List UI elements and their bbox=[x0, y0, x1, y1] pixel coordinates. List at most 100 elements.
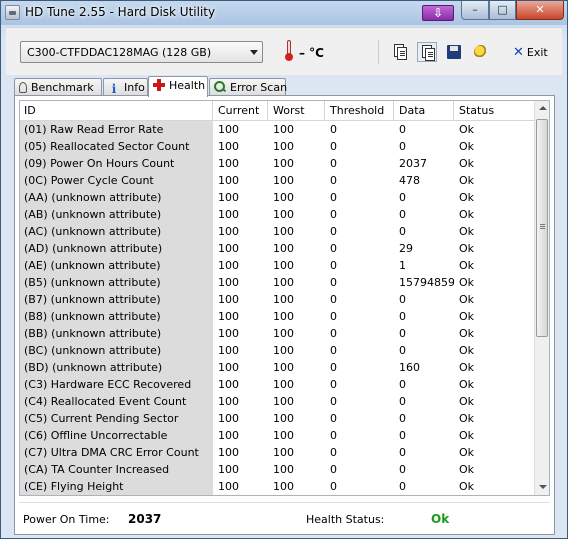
cell-threshold: 0 bbox=[330, 327, 337, 340]
table-row[interactable]: (CE) Flying Height 100 100 0 0 Ok bbox=[20, 478, 536, 495]
cell-worst: 100 bbox=[269, 172, 325, 189]
table-row[interactable]: (C3) Hardware ECC Recovered 100 100 0 0 Ok bbox=[20, 376, 536, 393]
table-row[interactable]: (BC) (unknown attribute) 100 100 0 0 Ok bbox=[20, 342, 536, 359]
exit-label: Exit bbox=[526, 46, 548, 59]
table-row[interactable]: (C7) Ultra DMA CRC Error Count 100 100 0 0 Ok bbox=[20, 444, 536, 461]
vertical-scrollbar[interactable] bbox=[534, 101, 549, 495]
cell-data: 2037 bbox=[399, 157, 427, 170]
tab-error-scan[interactable]: Error Scan bbox=[209, 78, 287, 96]
maximize-button[interactable]: □ bbox=[489, 1, 516, 20]
tab-benchmark[interactable]: Benchmark bbox=[14, 78, 102, 96]
cell-id: (B8) (unknown attribute) bbox=[20, 308, 213, 325]
scroll-down-icon[interactable] bbox=[535, 480, 549, 495]
table-row[interactable]: (AD) (unknown attribute) 100 100 0 29 Ok bbox=[20, 240, 536, 257]
cell-worst: 100 bbox=[269, 461, 325, 478]
cell-id: (AE) (unknown attribute) bbox=[20, 257, 213, 274]
options-icon[interactable] bbox=[471, 42, 491, 62]
smart-table[interactable]: ID Current Worst Threshold Data Status (… bbox=[19, 100, 550, 496]
column-header-status[interactable]: Status bbox=[455, 101, 535, 121]
column-header-data[interactable]: Data bbox=[395, 101, 454, 121]
column-header-current[interactable]: Current bbox=[214, 101, 268, 121]
scrollbar-thumb[interactable] bbox=[536, 119, 548, 337]
table-row[interactable]: (B5) (unknown attribute) 100 100 0 15794859 O… bbox=[20, 274, 536, 291]
status-footer: Power On Time: 2037 Health Status: Ok bbox=[19, 502, 550, 530]
table-row[interactable]: (AB) (unknown attribute) 100 100 0 0 Ok bbox=[20, 206, 536, 223]
table-row[interactable]: (B8) (unknown attribute) 100 100 0 0 Ok bbox=[20, 308, 536, 325]
save-icon[interactable] bbox=[444, 42, 464, 62]
copy-screenshot-icon[interactable] bbox=[417, 42, 437, 62]
cell-current: 100 bbox=[214, 274, 268, 291]
app-window: HD Tune 2.55 - Hard Disk Utility ⇩ – □ ✕… bbox=[0, 0, 568, 539]
cell-worst: 100 bbox=[269, 223, 325, 240]
cell-status: Ok bbox=[459, 225, 475, 238]
table-row[interactable]: (C4) Reallocated Event Count 100 100 0 0 Ok bbox=[20, 393, 536, 410]
cell-status: Ok bbox=[459, 446, 475, 459]
table-body: (01) Raw Read Error Rate 100 100 0 0 Ok (05) R… bbox=[20, 121, 536, 495]
close-button[interactable]: ✕ bbox=[516, 1, 564, 20]
cell-threshold: 0 bbox=[330, 123, 337, 136]
table-row[interactable]: (AC) (unknown attribute) 100 100 0 0 Ok bbox=[20, 223, 536, 240]
cell-threshold: 0 bbox=[330, 480, 337, 493]
table-row[interactable]: (BB) (unknown attribute) 100 100 0 0 Ok bbox=[20, 325, 536, 342]
tab-health[interactable]: Health bbox=[148, 76, 208, 97]
cell-data: 0 bbox=[399, 480, 406, 493]
cell-data: 0 bbox=[399, 412, 406, 425]
cell-id: (AA) (unknown attribute) bbox=[20, 189, 213, 206]
column-header-worst[interactable]: Worst bbox=[269, 101, 325, 121]
cell-current: 100 bbox=[214, 223, 268, 240]
cell-threshold: 0 bbox=[330, 463, 337, 476]
table-row[interactable]: (05) Reallocated Sector Count 100 100 0 0 Ok bbox=[20, 138, 536, 155]
table-row[interactable]: (AA) (unknown attribute) 100 100 0 0 Ok bbox=[20, 189, 536, 206]
column-header-id[interactable]: ID bbox=[20, 101, 213, 121]
cell-current: 100 bbox=[214, 138, 268, 155]
download-icon[interactable]: ⇩ bbox=[422, 5, 454, 21]
cell-threshold: 0 bbox=[330, 446, 337, 459]
table-row[interactable]: (C5) Current Pending Sector 100 100 0 0 Ok bbox=[20, 410, 536, 427]
cell-worst: 100 bbox=[269, 274, 325, 291]
cell-threshold: 0 bbox=[330, 191, 337, 204]
cell-data: 0 bbox=[399, 327, 406, 340]
table-row[interactable]: (09) Power On Hours Count 100 100 0 2037 Ok bbox=[20, 155, 536, 172]
cell-status: Ok bbox=[459, 463, 475, 476]
cell-worst: 100 bbox=[269, 121, 325, 138]
cell-id: (01) Raw Read Error Rate bbox=[20, 121, 213, 138]
app-icon bbox=[5, 5, 20, 20]
scroll-up-icon[interactable] bbox=[535, 101, 549, 116]
cell-current: 100 bbox=[214, 376, 268, 393]
cell-current: 100 bbox=[214, 291, 268, 308]
copy-text-icon[interactable] bbox=[390, 42, 410, 62]
cell-id: (BB) (unknown attribute) bbox=[20, 325, 213, 342]
cell-id: (0C) Power Cycle Count bbox=[20, 172, 213, 189]
exit-button[interactable]: ✕ Exit bbox=[513, 45, 548, 60]
tab-info[interactable]: i Info bbox=[103, 78, 148, 96]
cell-current: 100 bbox=[214, 325, 268, 342]
cell-status: Ok bbox=[459, 242, 475, 255]
table-row[interactable]: (AE) (unknown attribute) 100 100 0 1 Ok bbox=[20, 257, 536, 274]
table-row[interactable]: (C6) Offline Uncorrectable 100 100 0 0 Ok bbox=[20, 427, 536, 444]
cell-worst: 100 bbox=[269, 240, 325, 257]
column-header-threshold[interactable]: Threshold bbox=[326, 101, 394, 121]
health-panel: ID Current Worst Threshold Data Status (… bbox=[14, 95, 555, 535]
cell-id: (AC) (unknown attribute) bbox=[20, 223, 213, 240]
cell-id: (B5) (unknown attribute) bbox=[20, 274, 213, 291]
table-row[interactable]: (B7) (unknown attribute) 100 100 0 0 Ok bbox=[20, 291, 536, 308]
tab-bar: Benchmark i Info Health Error Scan bbox=[14, 76, 554, 97]
cell-current: 100 bbox=[214, 410, 268, 427]
cell-status: Ok bbox=[459, 293, 475, 306]
cell-worst: 100 bbox=[269, 393, 325, 410]
table-row[interactable]: (0C) Power Cycle Count 100 100 0 478 Ok bbox=[20, 172, 536, 189]
cell-threshold: 0 bbox=[330, 378, 337, 391]
minimize-button[interactable]: – bbox=[461, 1, 489, 20]
cell-id: (C3) Hardware ECC Recovered bbox=[20, 376, 213, 393]
toolbar-divider bbox=[378, 40, 379, 64]
cell-data: 1 bbox=[399, 259, 406, 272]
cell-current: 100 bbox=[214, 240, 268, 257]
title-bar[interactable]: HD Tune 2.55 - Hard Disk Utility ⇩ – □ ✕ bbox=[1, 1, 567, 25]
temperature-readout: – °C bbox=[299, 46, 324, 60]
table-row[interactable]: (CA) TA Counter Increased 100 100 0 0 Ok bbox=[20, 461, 536, 478]
drive-select[interactable]: C300-CTFDDAC128MAG (128 GB) bbox=[20, 41, 263, 63]
table-row[interactable]: (BD) (unknown attribute) 100 100 0 160 Ok bbox=[20, 359, 536, 376]
cell-worst: 100 bbox=[269, 308, 325, 325]
cell-status: Ok bbox=[459, 191, 475, 204]
table-row[interactable]: (01) Raw Read Error Rate 100 100 0 0 Ok bbox=[20, 121, 536, 138]
